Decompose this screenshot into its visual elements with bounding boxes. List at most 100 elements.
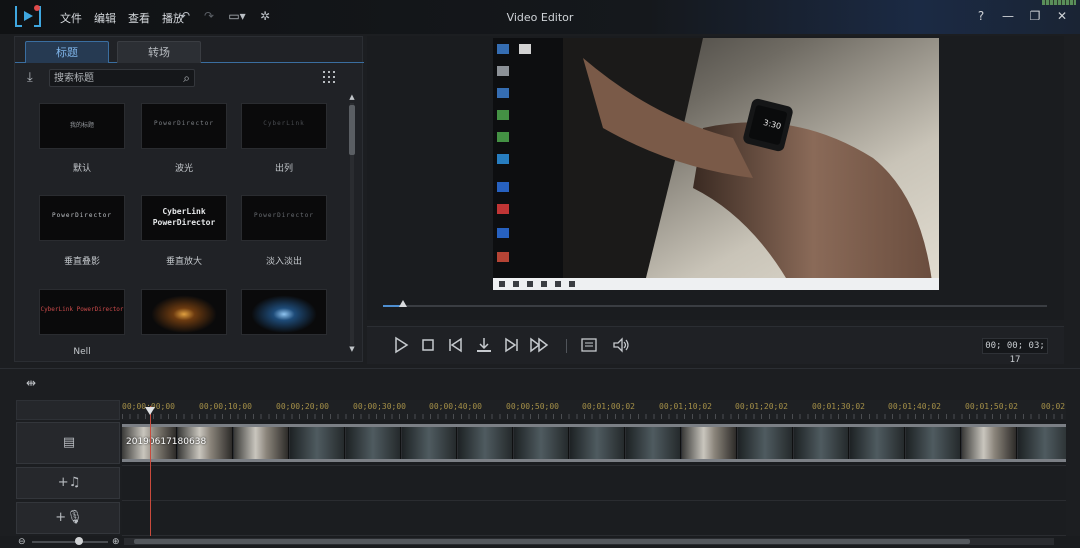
timeline-scrollbar[interactable] [124, 538, 1054, 545]
snapshot-list-icon[interactable] [579, 335, 599, 355]
template-thumbnail[interactable]: CyberLink PowerDirector [141, 195, 227, 241]
volume-icon[interactable] [611, 335, 631, 355]
clip-frame [514, 427, 569, 459]
grid-view-icon[interactable] [323, 71, 335, 83]
next-frame-icon[interactable] [501, 335, 521, 355]
menu-bar: 文件 编辑 查看 播放 [60, 10, 184, 26]
tab-transitions[interactable]: 转场 [117, 41, 201, 63]
control-divider [566, 339, 567, 353]
template-preview-text: CyberLink PowerDirector [152, 207, 216, 227]
zoom-slider[interactable] [32, 541, 108, 543]
template-preview-text: CyberLink PowerDirector [40, 306, 124, 313]
video-track-header[interactable]: ▤ [16, 422, 120, 464]
ruler-tick-label: 00;02;0 [1041, 402, 1066, 411]
playhead[interactable] [150, 406, 151, 536]
clip-name: 20190617180638 [126, 437, 207, 447]
redo-icon[interactable]: ↷ [202, 9, 216, 23]
clip-frame [850, 427, 905, 459]
scroll-down-icon[interactable]: ▼ [348, 345, 356, 353]
previous-frame-icon[interactable] [446, 335, 466, 355]
playback-controls: 00; 00; 03; 17 [367, 326, 1064, 365]
video-track-icon: ▤ [62, 435, 76, 450]
zoom-slider-knob[interactable] [75, 537, 83, 545]
ruler-tick-label: 00;00;10;00 [199, 402, 252, 411]
video-track[interactable]: 20190617180638 [122, 420, 1066, 466]
library-scrollbar[interactable]: ▲ ▼ [348, 93, 356, 355]
ruler-tick-label: 00;00;30;00 [353, 402, 406, 411]
close-button[interactable]: ✕ [1056, 9, 1068, 23]
tab-titles[interactable]: 标题 [25, 41, 109, 63]
zoom-out-icon[interactable]: ⊖ [18, 537, 26, 547]
scroll-thumb[interactable] [349, 105, 355, 155]
clip-frame [234, 427, 289, 459]
clip-frame [290, 427, 345, 459]
clip-frame [906, 427, 961, 459]
undo-icon[interactable]: ↶ [178, 9, 192, 23]
title-bar: 文件 编辑 查看 播放 ↶ ↷ ▭▾ ✲ Video Editor ? — ❐ … [0, 0, 1080, 34]
split-icon[interactable] [474, 335, 494, 355]
video-clip[interactable]: 20190617180638 [122, 424, 1066, 462]
music-track[interactable] [122, 466, 1066, 501]
template-label: 垂直放大 [165, 257, 202, 267]
template-label: 出列 [274, 164, 293, 174]
template-thumbnail[interactable] [141, 289, 227, 335]
app-logo-icon [15, 5, 41, 27]
playhead-handle[interactable] [145, 407, 155, 415]
ruler-tick-label: 00;01;30;02 [812, 402, 865, 411]
ruler-tick-label: 00;01;50;02 [965, 402, 1018, 411]
help-button[interactable]: ? [975, 9, 987, 23]
ruler-tick-label: 00;01;40;02 [888, 402, 941, 411]
import-icon[interactable]: ⤓ [27, 71, 41, 85]
template-thumbnail[interactable]: CyberLink PowerDirector [39, 289, 125, 335]
template-label: 淡入淡出 [265, 257, 302, 267]
search-icon[interactable]: ⌕ [183, 71, 190, 86]
template-thumbnail[interactable] [241, 289, 327, 335]
template-label: Nell [73, 347, 91, 357]
progress-knob[interactable] [398, 300, 407, 307]
ruler-tick-label: 00;01;00;02 [582, 402, 635, 411]
library-tabs: 标题 转场 [15, 37, 364, 63]
template-thumbnail[interactable]: PowerDirector [141, 103, 227, 149]
timeline-scroll-thumb[interactable] [134, 539, 970, 544]
timeline-ruler[interactable]: 00;00;00;00 00;00;10;00 00;00;20;00 00;0… [122, 400, 1066, 420]
template-thumbnail[interactable]: CyberLink [241, 103, 327, 149]
settings-icon[interactable]: ✲ [258, 9, 272, 23]
clip-frame [458, 427, 513, 459]
video-preview[interactable]: 3:30 [493, 38, 939, 290]
menu-edit[interactable]: 编辑 [94, 10, 116, 26]
scroll-up-icon[interactable]: ▲ [348, 93, 356, 101]
play-icon[interactable] [391, 335, 411, 355]
template-preview-text: CyberLink [263, 120, 305, 127]
template-preview-text: PowerDirector [52, 212, 112, 219]
ruler-tick-label: 00;01;20;02 [735, 402, 788, 411]
timeline-toolbar: ⇹ [0, 368, 1080, 396]
minimize-button[interactable]: — [1002, 9, 1014, 23]
clip-frame [1018, 427, 1066, 459]
preview-progress-bar[interactable] [383, 300, 1047, 307]
fast-forward-icon[interactable] [529, 335, 549, 355]
ruler-tick-label: 00;00;50;00 [506, 402, 559, 411]
template-label: 默认 [72, 164, 91, 174]
clip-frame [626, 427, 681, 459]
template-thumbnail[interactable]: PowerDirector [241, 195, 327, 241]
template-preview-text: 我的标题 [69, 122, 94, 129]
restore-button[interactable]: ❐ [1029, 9, 1041, 23]
menu-file[interactable]: 文件 [60, 10, 82, 26]
title-library-panel: 标题 转场 ⤓ ⌕ 我的标题 默认 PowerDirector 波光 [14, 36, 364, 362]
aspect-ratio-icon[interactable]: ▭▾ [226, 9, 248, 23]
voice-track-header[interactable]: +🎙 [16, 502, 120, 534]
ruler-tick-label: 00;01;10;02 [659, 402, 712, 411]
voice-track[interactable] [122, 501, 1066, 536]
clip-frame [794, 427, 849, 459]
zoom-in-icon[interactable]: ⊕ [112, 537, 120, 547]
search-box: ⌕ [49, 69, 195, 87]
fit-timeline-icon[interactable]: ⇹ [26, 376, 36, 390]
menu-view[interactable]: 查看 [128, 10, 150, 26]
add-voice-icon: +🎙 [55, 510, 83, 525]
search-input[interactable] [54, 71, 174, 85]
template-thumbnail[interactable]: 我的标题 [39, 103, 125, 149]
stop-icon[interactable] [418, 335, 438, 355]
template-thumbnail[interactable]: PowerDirector [39, 195, 125, 241]
add-music-icon: +♫ [57, 475, 81, 490]
music-track-header[interactable]: +♫ [16, 467, 120, 499]
